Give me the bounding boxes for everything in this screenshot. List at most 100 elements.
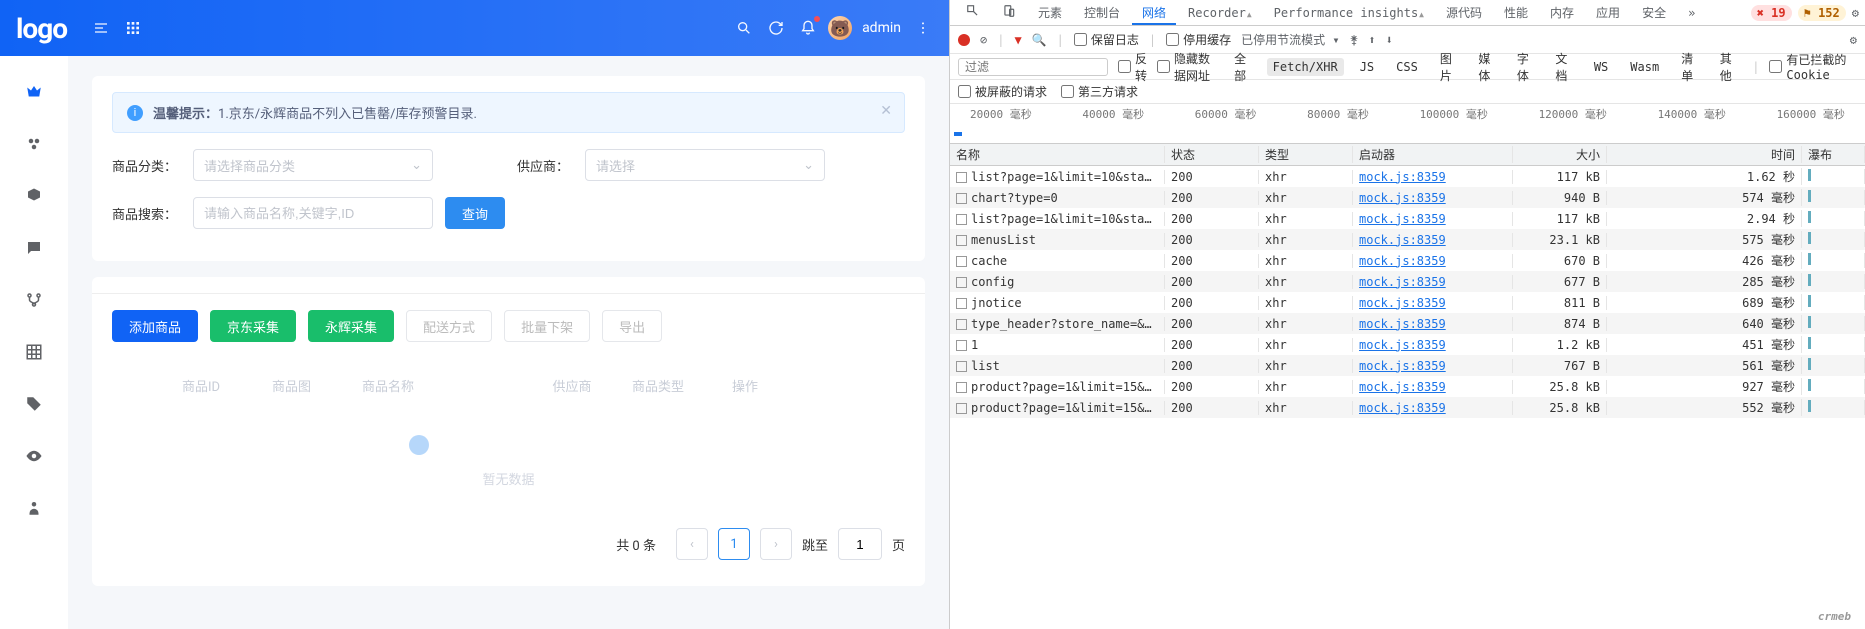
device-icon[interactable] — [992, 0, 1026, 25]
tab-memory[interactable]: 内存 — [1540, 0, 1584, 25]
network-grid: 名称 状态 类型 启动器 大小 时间 瀑布 list?page=1&limit=… — [950, 144, 1865, 629]
tab-security[interactable]: 安全 — [1632, 0, 1676, 25]
sidebar-item-cart[interactable] — [22, 80, 46, 104]
supplier-select[interactable]: 请选择 ⌄ — [585, 149, 825, 181]
network-row[interactable]: type_header?store_name=&cat...200xhrmock… — [950, 313, 1865, 334]
sidebar-item-user[interactable] — [22, 496, 46, 520]
alert-prefix: 温馨提示： — [153, 107, 218, 122]
hide-data-urls-checkbox[interactable]: 隐藏数据网址 — [1157, 50, 1218, 84]
tab-network[interactable]: 网络 — [1132, 0, 1176, 25]
category-label: 商品分类： — [112, 156, 177, 175]
gear-icon[interactable]: ⚙ — [1852, 6, 1859, 20]
network-row[interactable]: product?page=1&limit=15&cate...200xhrmoc… — [950, 376, 1865, 397]
download-icon[interactable]: ⬇ — [1386, 33, 1393, 47]
filter-fetchxhr[interactable]: Fetch/XHR — [1267, 58, 1344, 76]
refresh-icon[interactable] — [766, 18, 786, 38]
col-supplier: 供应商 — [512, 376, 632, 395]
more-vert-icon[interactable] — [913, 18, 933, 38]
filter-ws[interactable]: WS — [1588, 58, 1614, 76]
username[interactable]: admin — [862, 20, 901, 36]
page-number[interactable]: 1 — [718, 528, 750, 560]
sidebar-item-cube[interactable] — [22, 184, 46, 208]
network-row[interactable]: list?page=1&limit=10&status=&...200xhrmo… — [950, 166, 1865, 187]
yh-collect-button[interactable]: 永辉采集 — [308, 310, 394, 342]
filter-input[interactable] — [958, 58, 1108, 76]
supplier-label: 供应商： — [517, 156, 569, 175]
clear-button[interactable]: ⊘ — [980, 33, 987, 47]
avatar[interactable]: 🐻 — [828, 16, 852, 40]
close-icon[interactable]: ✕ — [880, 103, 892, 119]
tab-recorder[interactable]: Recorder▲ — [1178, 2, 1262, 24]
col-time[interactable]: 时间 — [1607, 146, 1802, 163]
col-action: 操作 — [732, 376, 812, 395]
search-icon[interactable] — [734, 18, 754, 38]
search-input[interactable] — [193, 197, 433, 229]
col-initiator[interactable]: 启动器 — [1353, 146, 1513, 163]
col-img: 商品图 — [272, 376, 362, 395]
network-row[interactable]: config200xhrmock.js:8359677 B285 毫秒 — [950, 271, 1865, 292]
export-button[interactable]: 导出 — [602, 310, 662, 342]
search-icon[interactable]: 🔍 — [1032, 33, 1047, 47]
tab-performance-insights[interactable]: Performance insights▲ — [1264, 2, 1434, 24]
tab-application[interactable]: 应用 — [1586, 0, 1630, 25]
col-name[interactable]: 名称 — [950, 146, 1165, 163]
timeline-ruler[interactable]: 20000 毫秒 40000 毫秒 60000 毫秒 80000 毫秒 1000… — [950, 104, 1865, 144]
upload-icon[interactable]: ⬆ — [1368, 33, 1375, 47]
jump-input[interactable] — [838, 528, 882, 560]
devtools-tabs: 元素 控制台 网络 Recorder▲ Performance insights… — [950, 0, 1865, 26]
blocked-requests-checkbox[interactable]: 被屏蔽的请求 — [958, 83, 1047, 100]
network-row[interactable]: product?page=1&limit=15&cate...200xhrmoc… — [950, 397, 1865, 418]
filter-toggle-icon[interactable]: ▼ — [1014, 33, 1021, 47]
network-row[interactable]: chart?type=0200xhrmock.js:8359940 B574 毫… — [950, 187, 1865, 208]
sidebar-item-chat[interactable] — [22, 236, 46, 260]
col-size[interactable]: 大小 — [1513, 146, 1607, 163]
network-row[interactable]: menusList200xhrmock.js:835923.1 kB575 毫秒 — [950, 229, 1865, 250]
bell-icon[interactable] — [798, 18, 818, 38]
error-count-badge[interactable]: ✖ 19 — [1751, 5, 1792, 21]
sidebar-item-grid[interactable] — [22, 340, 46, 364]
preserve-log-checkbox[interactable]: 保留日志 — [1074, 31, 1139, 48]
third-party-checkbox[interactable]: 第三方请求 — [1061, 83, 1138, 100]
record-button[interactable] — [958, 34, 970, 46]
category-select[interactable]: 请选择商品分类 ⌄ — [193, 149, 433, 181]
network-row[interactable]: 1200xhrmock.js:83591.2 kB451 毫秒 — [950, 334, 1865, 355]
sidebar-item-modules[interactable] — [22, 132, 46, 156]
network-row[interactable]: list?page=1&limit=10&status=&...200xhrmo… — [950, 208, 1865, 229]
add-product-button[interactable]: 添加商品 — [112, 310, 198, 342]
sidebar-item-branch[interactable] — [22, 288, 46, 312]
tab-console[interactable]: 控制台 — [1074, 0, 1130, 25]
filter-wasm[interactable]: Wasm — [1624, 58, 1665, 76]
tab-elements[interactable]: 元素 — [1028, 0, 1072, 25]
tab-sources[interactable]: 源代码 — [1436, 0, 1492, 25]
disable-cache-checkbox[interactable]: 停用缓存 — [1166, 31, 1231, 48]
sidebar-item-eye[interactable] — [22, 444, 46, 468]
prev-page-button[interactable]: ‹ — [676, 528, 708, 560]
collapse-sidebar-icon[interactable] — [91, 18, 111, 38]
gear-icon[interactable]: ⚙ — [1850, 33, 1857, 47]
sidebar-item-tag[interactable] — [22, 392, 46, 416]
batch-off-button[interactable]: 批量下架 — [504, 310, 590, 342]
next-page-button[interactable]: › — [760, 528, 792, 560]
col-status[interactable]: 状态 — [1165, 146, 1259, 163]
tab-more[interactable]: » — [1678, 2, 1705, 24]
tab-performance[interactable]: 性能 — [1494, 0, 1538, 25]
network-conditions-icon[interactable]: ⚵ — [1350, 33, 1359, 47]
invert-checkbox[interactable]: 反转 — [1118, 50, 1147, 84]
blocked-cookies-checkbox[interactable]: 有已拦截的 Cookie — [1769, 51, 1857, 82]
apps-grid-icon[interactable] — [123, 18, 143, 38]
filter-js[interactable]: JS — [1354, 58, 1380, 76]
search-button[interactable]: 查询 — [445, 197, 505, 229]
jd-collect-button[interactable]: 京东采集 — [210, 310, 296, 342]
throttling-dropdown[interactable]: 已停用节流模式 ▾ — [1241, 31, 1339, 48]
inspect-icon[interactable] — [956, 0, 990, 25]
chevron-down-icon: ⌄ — [411, 158, 422, 173]
col-waterfall[interactable]: 瀑布 — [1802, 146, 1865, 163]
network-row[interactable]: jnotice200xhrmock.js:8359811 B689 毫秒 — [950, 292, 1865, 313]
warning-count-badge[interactable]: ⚑ 152 — [1798, 5, 1846, 21]
network-row[interactable]: cache200xhrmock.js:8359670 B426 毫秒 — [950, 250, 1865, 271]
filter-css[interactable]: CSS — [1390, 58, 1424, 76]
delivery-button[interactable]: 配送方式 — [406, 310, 492, 342]
page-suffix: 页 — [892, 535, 905, 554]
col-type[interactable]: 类型 — [1259, 146, 1353, 163]
network-row[interactable]: list200xhrmock.js:8359767 B561 毫秒 — [950, 355, 1865, 376]
